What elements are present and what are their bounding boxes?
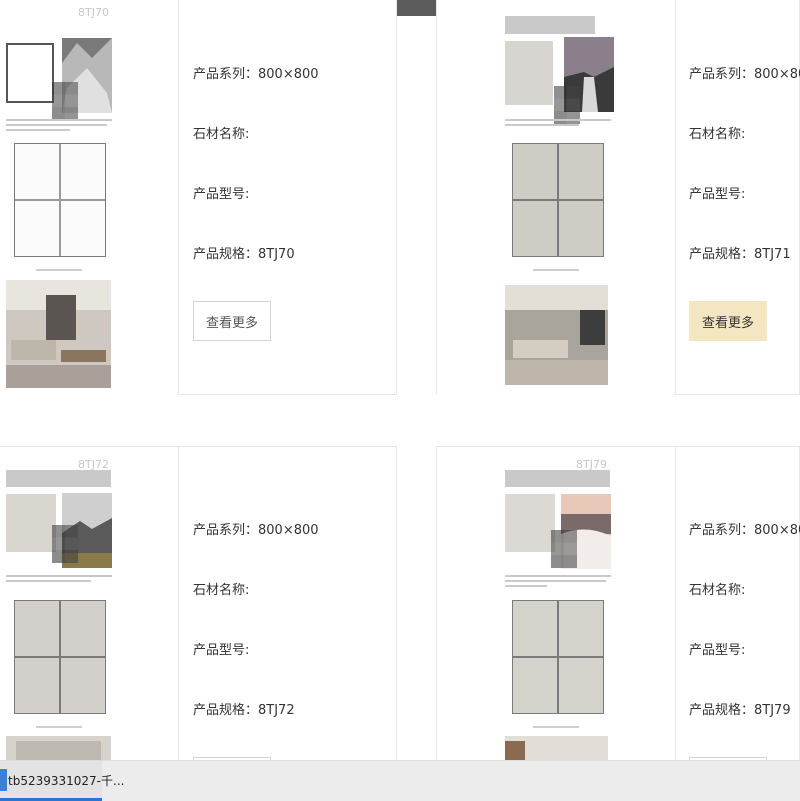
- marble-swatch: [6, 43, 54, 103]
- series-row: 产品系列：800×800: [689, 67, 800, 82]
- room-photo: [6, 736, 111, 761]
- tile-caption: [36, 726, 82, 728]
- taskbar: tb5239331027-千...: [0, 760, 800, 801]
- model-row: 产品型号:: [689, 187, 746, 202]
- stone-name-row: 石材名称:: [193, 127, 250, 142]
- product-info: 产品系列：800×800 石材名称: 产品型号: 产品规格：8TJ72: [178, 446, 397, 761]
- tile-caption: [533, 726, 579, 728]
- blurred-qr-code: [52, 525, 78, 563]
- stone-name-row: 石材名称:: [689, 583, 746, 598]
- product-card: 8TJ79 产品系列：800×800 石材名称: 产品型号: 产品规格：8TJ7…: [436, 446, 800, 761]
- room-photo: [505, 736, 608, 761]
- description-text-lines: [505, 119, 611, 129]
- room-photo: [505, 285, 608, 385]
- marble-swatch: [505, 41, 553, 105]
- product-image-column[interactable]: 8TJ70: [0, 0, 179, 394]
- view-more-button[interactable]: 查看更多: [689, 301, 767, 341]
- tile-layout-preview: [14, 143, 106, 257]
- product-card: 产品系列：800×800 石材名称: 产品型号: 产品规格：8TJ71 查看更多: [436, 0, 800, 395]
- gray-header-strip: [505, 470, 610, 487]
- stone-name-row: 石材名称:: [689, 127, 746, 142]
- blurred-qr-code: [52, 82, 78, 120]
- description-text-lines: [6, 119, 112, 134]
- series-row: 产品系列：800×800: [193, 67, 319, 82]
- product-card: 8TJ72 产品系列：800×800 石材名称: 产品型号: 产品规格：8TJ7…: [0, 446, 397, 761]
- description-text-lines: [505, 575, 611, 590]
- model-row: 产品型号:: [689, 643, 746, 658]
- product-info: 产品系列：800×800 石材名称: 产品型号: 产品规格：8TJ70 查看更多: [178, 0, 397, 395]
- product-card: 8TJ70 产品系列：800×800 石材名称: 产品型号: 产品规格：8TJ7…: [0, 0, 397, 395]
- series-row: 产品系列：800×800: [689, 523, 800, 538]
- product-code-watermark: 8TJ70: [78, 6, 109, 19]
- gray-header-strip: [505, 16, 595, 34]
- gray-header-strip: [6, 470, 111, 487]
- stone-name-row: 石材名称:: [193, 583, 250, 598]
- description-text-lines: [6, 575, 112, 585]
- model-row: 产品型号:: [193, 643, 250, 658]
- app-icon: [0, 769, 7, 791]
- tile-caption: [36, 269, 82, 271]
- product-info: 产品系列：800×800 石材名称: 产品型号: 产品规格：8TJ79: [674, 446, 800, 761]
- spec-row: 产品规格：8TJ79: [689, 703, 791, 718]
- tile-layout-preview: [14, 600, 106, 714]
- room-photo: [6, 280, 111, 388]
- marble-swatch: [6, 494, 56, 552]
- series-row: 产品系列：800×800: [193, 523, 319, 538]
- spec-row: 产品规格：8TJ70: [193, 247, 295, 262]
- product-image-column[interactable]: [436, 0, 676, 394]
- marble-swatch: [505, 494, 555, 552]
- tile-layout-preview: [512, 143, 604, 257]
- view-more-button[interactable]: 查看更多: [193, 301, 271, 341]
- blurred-qr-code: [551, 530, 577, 568]
- product-image-column[interactable]: 8TJ79: [436, 446, 676, 761]
- spec-row: 产品规格：8TJ71: [689, 247, 791, 262]
- product-info: 产品系列：800×800 石材名称: 产品型号: 产品规格：8TJ71 查看更多: [674, 0, 800, 395]
- taskbar-window-item[interactable]: tb5239331027-千...: [0, 761, 124, 801]
- product-image-column[interactable]: 8TJ72: [0, 446, 179, 761]
- taskbar-window-title: tb5239331027-千...: [8, 774, 125, 788]
- model-row: 产品型号:: [193, 187, 250, 202]
- tile-caption: [533, 269, 579, 271]
- spec-row: 产品规格：8TJ72: [193, 703, 295, 718]
- tile-layout-preview: [512, 600, 604, 714]
